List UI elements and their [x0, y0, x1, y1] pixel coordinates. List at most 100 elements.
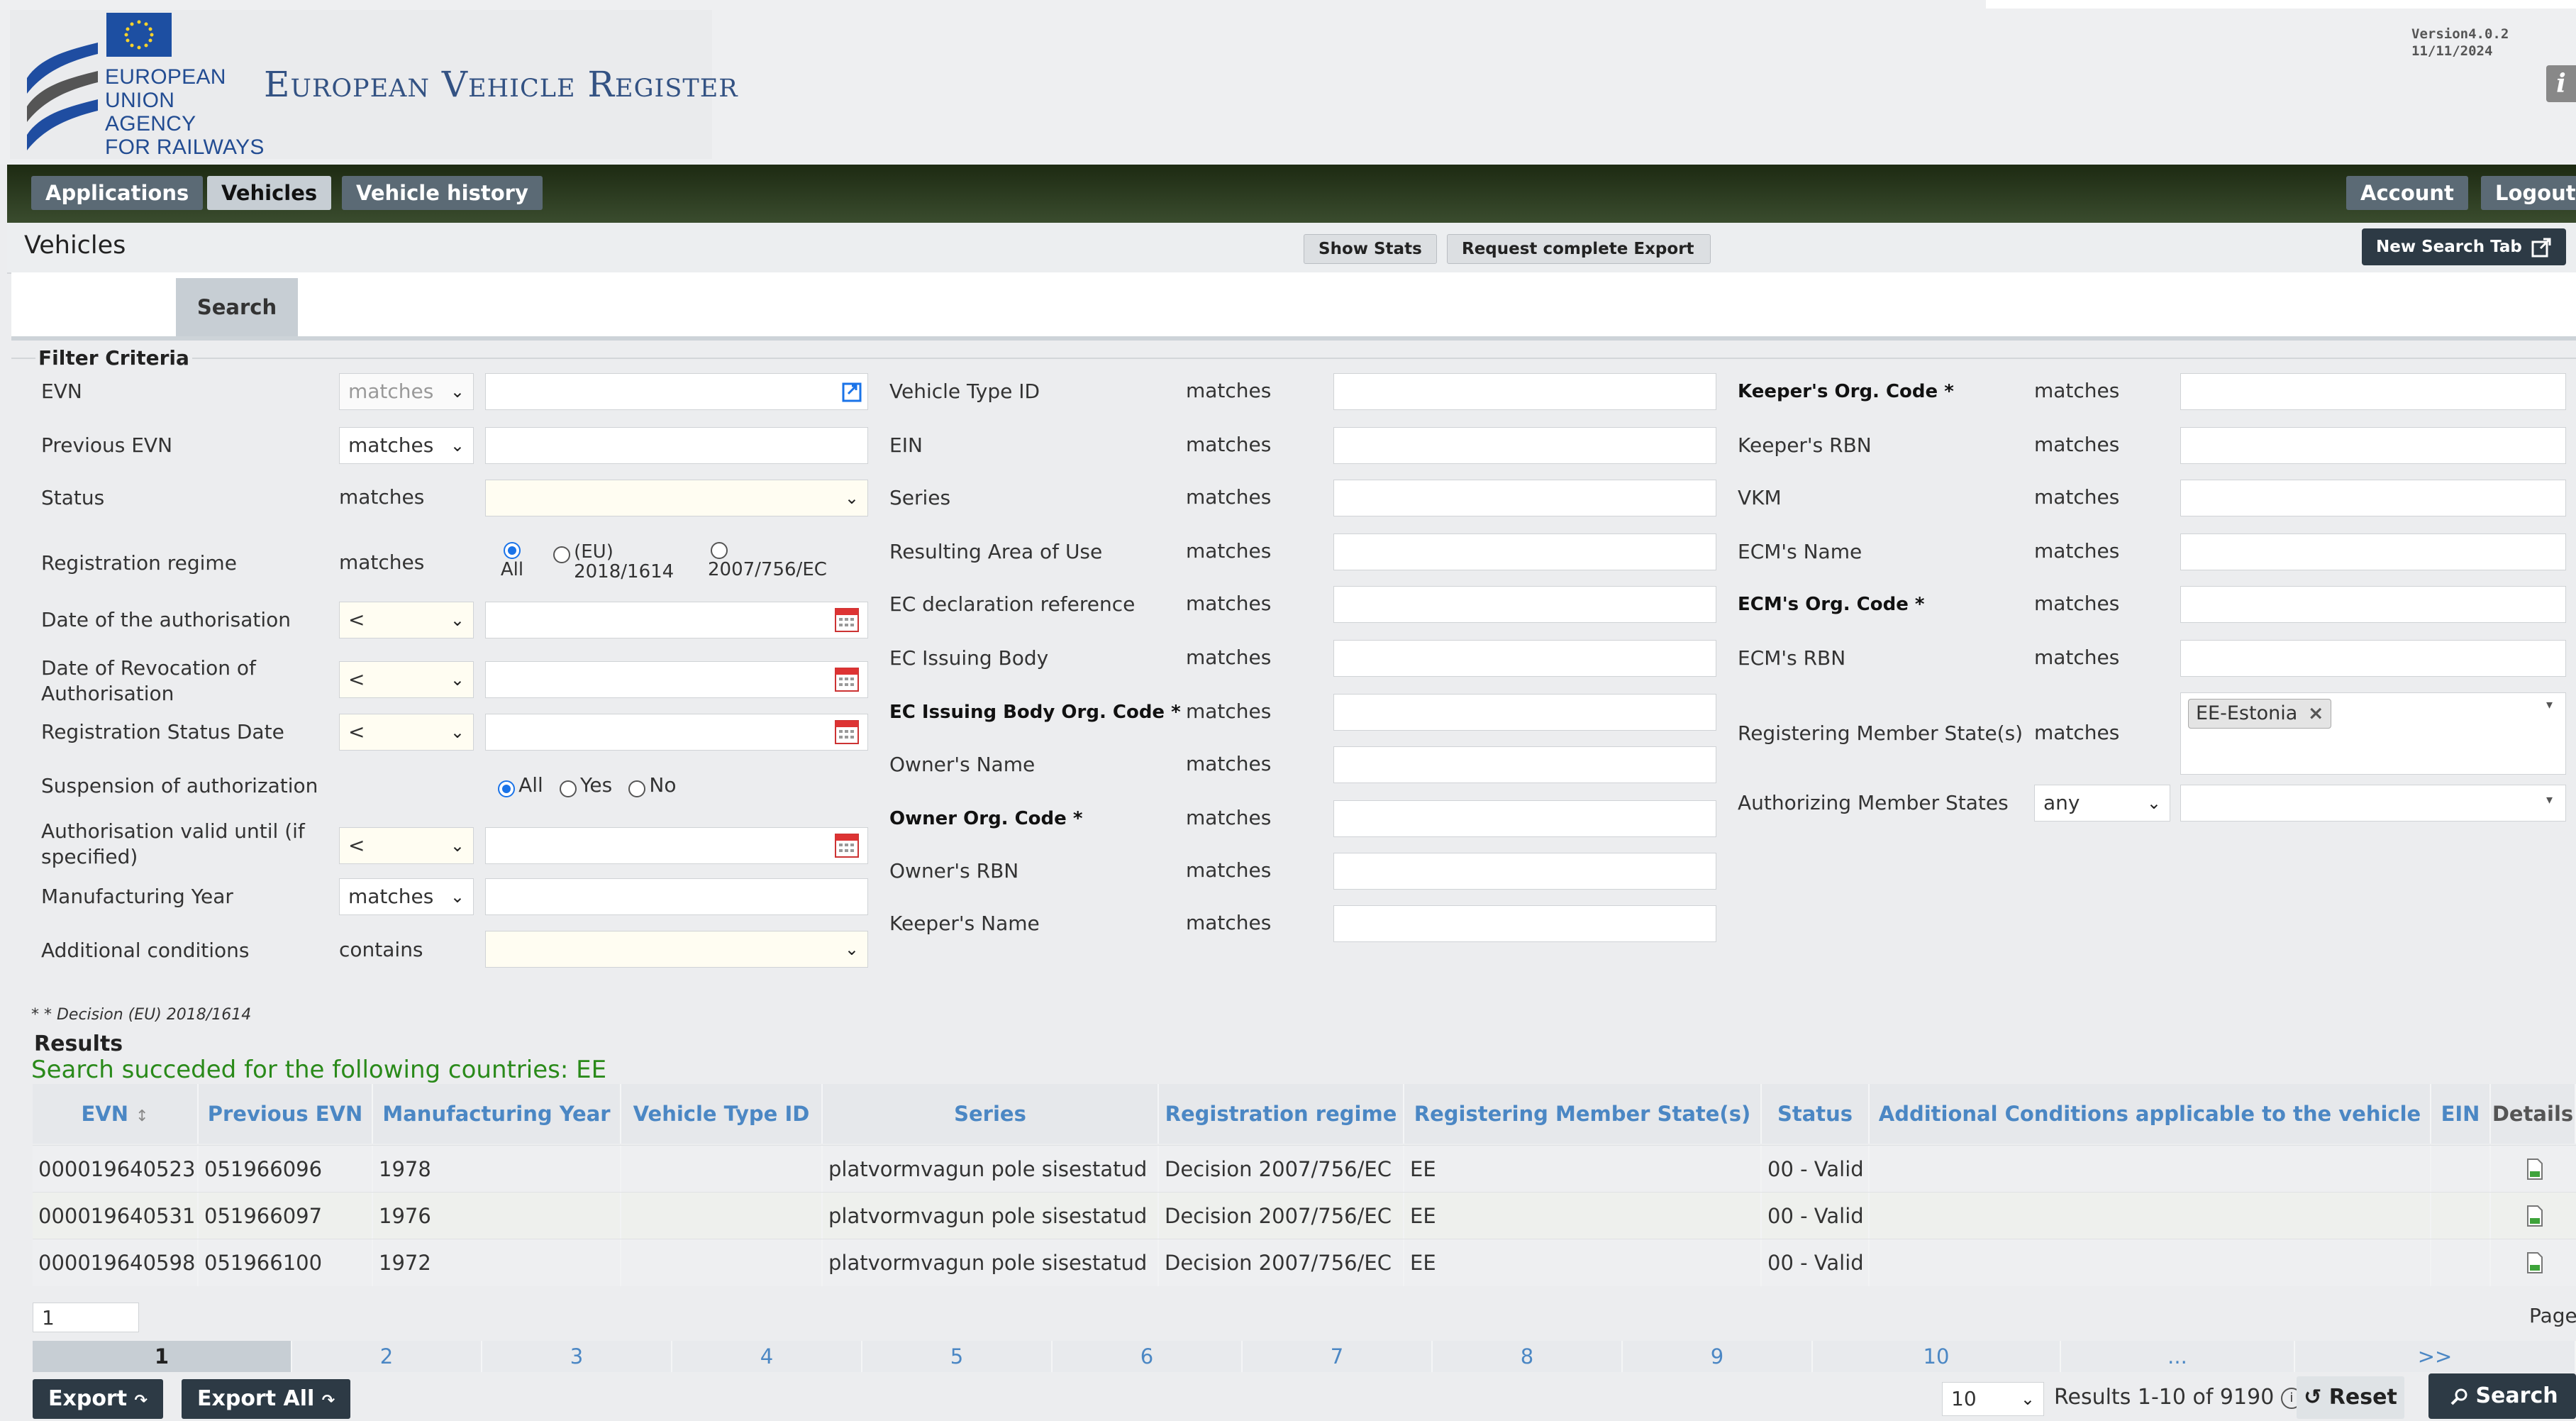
calendar-icon[interactable] — [834, 664, 860, 692]
ec-issuing-body-input[interactable] — [1333, 640, 1716, 677]
keepers-org-code-input[interactable] — [2180, 373, 2566, 410]
status-select[interactable]: ⌄ — [485, 480, 868, 516]
page-size-select[interactable]: 10 ⌄ — [1942, 1382, 2044, 1416]
suspension-all-radio[interactable] — [498, 780, 515, 797]
dropdown-arrow-icon[interactable]: ▾ — [2546, 792, 2553, 807]
details-document-icon[interactable] — [2526, 1159, 2543, 1180]
suspension-yes-radio[interactable] — [559, 780, 577, 797]
series-input[interactable] — [1333, 480, 1716, 516]
page-link-next[interactable]: >> — [2295, 1341, 2576, 1372]
export-button[interactable]: Export ↷ — [33, 1379, 163, 1419]
calendar-icon[interactable] — [834, 604, 860, 633]
column-header-additional-conditions[interactable]: Additional Conditions applicable to the … — [1870, 1084, 2431, 1144]
filter-label-ec-declaration-reference: EC declaration reference — [889, 592, 1136, 616]
owners-name-input[interactable] — [1333, 746, 1716, 783]
nav-applications[interactable]: Applications — [31, 176, 204, 210]
remove-tag-icon[interactable]: × — [2308, 702, 2324, 724]
page-link-6[interactable]: 6 — [1053, 1341, 1243, 1372]
details-document-icon[interactable] — [2526, 1252, 2543, 1273]
sort-icon[interactable]: ↕ — [135, 1107, 148, 1125]
page-link-ellipsis[interactable]: ... — [2061, 1341, 2295, 1372]
manufacturing-year-input[interactable] — [485, 878, 868, 915]
regime-2007-radio[interactable] — [711, 542, 728, 559]
authorizing-member-states-select[interactable]: ▾ — [2180, 785, 2566, 822]
page-link-4[interactable]: 4 — [672, 1341, 862, 1372]
keepers-name-input[interactable] — [1333, 905, 1716, 942]
calendar-icon[interactable] — [834, 830, 860, 858]
regime-eu-radio[interactable] — [553, 546, 570, 563]
column-header-evn[interactable]: EVN ↕ — [33, 1084, 199, 1144]
regime-all-option[interactable]: All — [498, 542, 526, 580]
date-revocation-operator-select[interactable]: < ⌄ — [339, 661, 474, 698]
page-link-8[interactable]: 8 — [1433, 1341, 1623, 1372]
nav-account[interactable]: Account — [2346, 176, 2468, 210]
vehicle-type-id-input[interactable] — [1333, 373, 1716, 410]
page-link-7[interactable]: 7 — [1243, 1341, 1433, 1372]
ein-input[interactable] — [1333, 427, 1716, 464]
ec-issuing-body-org-code-input[interactable] — [1333, 694, 1716, 731]
date-authorisation-operator-select[interactable]: < ⌄ — [339, 602, 474, 638]
column-header-series[interactable]: Series — [823, 1084, 1159, 1144]
column-header-previous-evn[interactable]: Previous EVN — [199, 1084, 373, 1144]
previous-evn-operator-select[interactable]: matches ⌄ — [339, 427, 474, 464]
page-link-9[interactable]: 9 — [1623, 1341, 1813, 1372]
new-search-tab-button[interactable]: New Search Tab — [2362, 228, 2566, 265]
registration-status-date-input[interactable] — [485, 714, 868, 751]
search-button[interactable]: Search — [2428, 1373, 2576, 1419]
keepers-rbn-input[interactable] — [2180, 427, 2566, 464]
evn-picker-icon[interactable] — [842, 381, 863, 402]
authorisation-valid-until-operator-select[interactable]: < ⌄ — [339, 827, 474, 864]
page-link-1[interactable]: 1 — [33, 1341, 292, 1372]
additional-conditions-select[interactable]: ⌄ — [485, 931, 868, 968]
authorizing-member-states-operator-select[interactable]: any ⌄ — [2034, 785, 2170, 822]
column-header-registering-member-states[interactable]: Registering Member State(s) — [1404, 1084, 1762, 1144]
column-header-ein[interactable]: EIN — [2431, 1084, 2491, 1144]
column-header-vehicle-type-id[interactable]: Vehicle Type ID — [621, 1084, 823, 1144]
table-row[interactable]: 000019640523 051966096 1978 platvormvagu… — [33, 1145, 2576, 1193]
tab-search[interactable]: Search — [176, 278, 298, 336]
export-all-button[interactable]: Export All ↷ — [182, 1379, 351, 1419]
evn-operator-select[interactable]: matches ⌄ — [339, 373, 474, 410]
reset-button[interactable]: ↺ Reset — [2297, 1376, 2404, 1419]
table-row[interactable]: 000019640598 051966100 1972 platvormvagu… — [33, 1239, 2576, 1286]
nav-logout[interactable]: Logout — [2481, 176, 2576, 210]
page-link-5[interactable]: 5 — [862, 1341, 1053, 1372]
page-number-input[interactable]: 1 — [33, 1303, 139, 1332]
app-title: European Vehicle Register — [264, 64, 738, 105]
owner-org-code-input[interactable] — [1333, 800, 1716, 837]
table-row[interactable]: 000019640531 051966097 1976 platvormvagu… — [33, 1192, 2576, 1239]
page-link-2[interactable]: 2 — [292, 1341, 482, 1372]
regime-eu-option[interactable]: (EU) 2018/1614 — [553, 542, 688, 582]
owners-rbn-input[interactable] — [1333, 853, 1716, 890]
registration-status-date-operator-select[interactable]: < ⌄ — [339, 714, 474, 751]
nav-vehicles[interactable]: Vehicles — [207, 176, 332, 210]
registering-member-states-multiselect[interactable]: EE-Estonia × ▾ — [2180, 692, 2566, 775]
previous-evn-input[interactable] — [485, 427, 868, 464]
column-header-manufacturing-year[interactable]: Manufacturing Year — [373, 1084, 621, 1144]
authorisation-valid-until-input[interactable] — [485, 827, 868, 864]
evn-input[interactable] — [485, 373, 868, 410]
column-header-registration-regime[interactable]: Registration regime — [1159, 1084, 1404, 1144]
ecms-org-code-input[interactable] — [2180, 586, 2566, 623]
resulting-area-of-use-input[interactable] — [1333, 533, 1716, 570]
page-link-3[interactable]: 3 — [482, 1341, 672, 1372]
ecms-name-input[interactable] — [2180, 533, 2566, 570]
request-export-button[interactable]: Request complete Export — [1447, 234, 1711, 264]
regime-2007-option[interactable]: 2007/756/EC — [708, 542, 850, 580]
date-authorisation-input[interactable] — [485, 602, 868, 638]
ec-declaration-reference-input[interactable] — [1333, 586, 1716, 623]
regime-all-radio[interactable] — [504, 542, 521, 559]
suspension-no-radio[interactable] — [628, 780, 646, 797]
page-link-10[interactable]: 10 — [1813, 1341, 2061, 1372]
calendar-icon[interactable] — [834, 717, 860, 745]
dropdown-arrow-icon[interactable]: ▾ — [2546, 697, 2553, 712]
manufacturing-year-operator-select[interactable]: matches ⌄ — [339, 878, 474, 915]
details-document-icon[interactable] — [2526, 1205, 2543, 1227]
ecms-rbn-input[interactable] — [2180, 640, 2566, 677]
info-icon[interactable]: i — [2546, 65, 2576, 102]
nav-vehicle-history[interactable]: Vehicle history — [342, 176, 543, 210]
vkm-input[interactable] — [2180, 480, 2566, 516]
column-header-status[interactable]: Status — [1762, 1084, 1870, 1144]
show-stats-button[interactable]: Show Stats — [1304, 234, 1437, 264]
date-revocation-input[interactable] — [485, 661, 868, 698]
